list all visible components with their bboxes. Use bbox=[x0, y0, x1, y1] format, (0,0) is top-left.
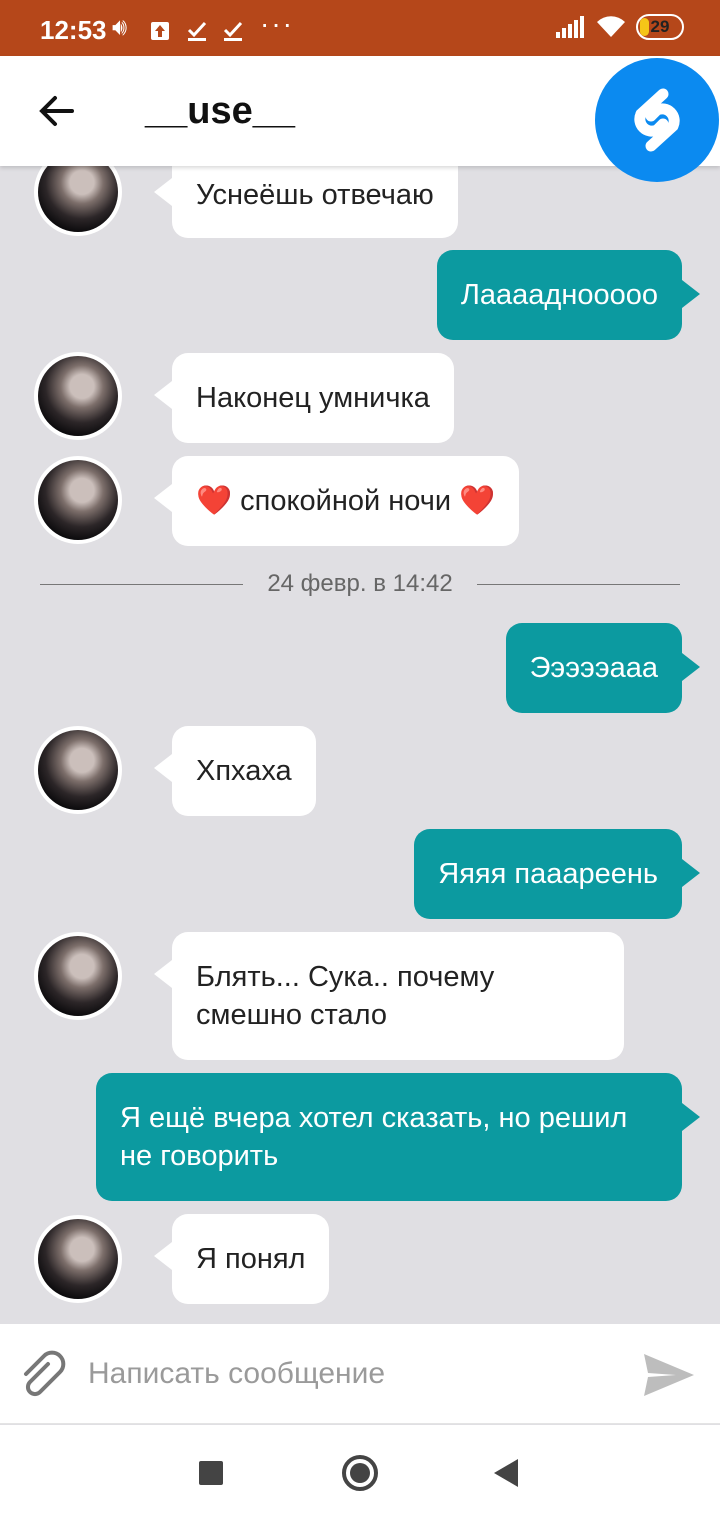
volume-icon: 🔊︎ bbox=[112, 14, 128, 41]
avatar[interactable] bbox=[34, 352, 122, 440]
message-outgoing[interactable]: Яяяя паааpeeнь bbox=[414, 829, 700, 919]
avatar[interactable] bbox=[34, 726, 122, 814]
chat-title: __use__ bbox=[145, 90, 296, 132]
send-icon[interactable] bbox=[640, 1346, 698, 1404]
home-icon[interactable] bbox=[342, 1455, 378, 1491]
avatar[interactable] bbox=[34, 456, 122, 544]
date-divider: 24 февр. в 14:42 bbox=[40, 570, 680, 598]
back-arrow-icon[interactable] bbox=[36, 90, 78, 132]
recents-icon[interactable] bbox=[199, 1461, 223, 1485]
upload-icon bbox=[150, 20, 170, 48]
status-time: 12:53 bbox=[40, 15, 107, 45]
message-outgoing[interactable]: Лааааднооооо bbox=[436, 250, 701, 340]
message-incoming[interactable]: Я понял bbox=[153, 1214, 330, 1304]
date-divider-label: 24 февр. в 14:42 bbox=[267, 570, 453, 597]
status-bar: 12:53 🔊︎ ··· 29 bbox=[0, 0, 720, 56]
more-notifications-icon: ··· bbox=[260, 8, 294, 39]
battery-fill bbox=[640, 18, 649, 36]
message-outgoing[interactable]: Я ещё вчера хотел сказать, но решил не г… bbox=[96, 1073, 700, 1201]
attach-icon[interactable] bbox=[18, 1350, 70, 1402]
wifi-icon bbox=[597, 16, 625, 37]
nav-back-icon[interactable] bbox=[494, 1459, 518, 1487]
check-icon bbox=[222, 20, 244, 49]
check-icon bbox=[186, 20, 208, 49]
avatar[interactable] bbox=[34, 932, 122, 1020]
message-input[interactable] bbox=[88, 1346, 608, 1402]
avatar[interactable] bbox=[34, 1215, 122, 1303]
system-nav-bar bbox=[0, 1425, 720, 1520]
message-incoming[interactable]: Блять... Сука.. почему смешно стало bbox=[154, 932, 624, 1060]
message-incoming[interactable]: ❤️ спокойной ночи ❤️ bbox=[153, 456, 520, 546]
message-incoming[interactable]: Хпхаха bbox=[154, 726, 316, 816]
shazam-icon[interactable] bbox=[595, 58, 719, 182]
battery-level: 29 bbox=[650, 17, 670, 36]
message-outgoing[interactable]: Эээээааа bbox=[505, 623, 701, 713]
battery-indicator: 29 bbox=[636, 14, 684, 40]
signal-icon bbox=[556, 16, 584, 38]
message-incoming[interactable]: Наконец умничка bbox=[154, 353, 454, 443]
message-composer bbox=[0, 1324, 720, 1424]
